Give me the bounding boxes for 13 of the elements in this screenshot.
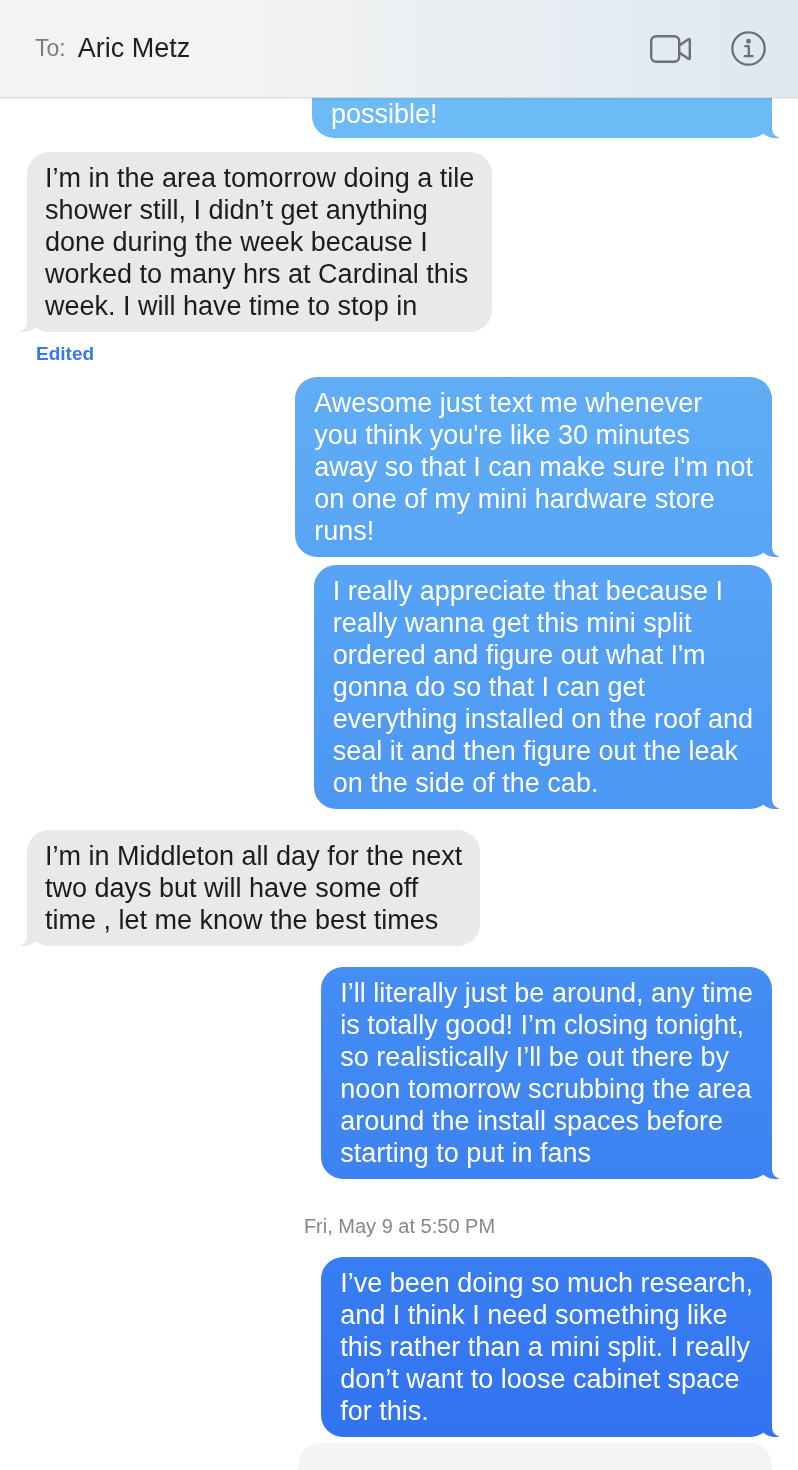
message-text: possible! <box>331 98 439 130</box>
message-text: I really appreciate that because I really wanna get this mini split ordered and figure out what I'm gonna do so that I can get everything installed on the roof and seal it and then figure out the leak on the side of the cab. <box>332 575 753 799</box>
timestamp: Fri, May 9 at 5:50 PM <box>303 1215 496 1237</box>
message-text: I’m in Middleton all day for the next two days but will have some off time , let me know the best times <box>45 840 463 936</box>
info-icon[interactable] <box>731 31 766 66</box>
message-text: I’m in the area tomorrow doing a tile shower still, I didn’t get anything done during the week because I worked to many hrs at Cardinal this week. I will have time to stop in <box>45 162 475 322</box>
edited-link[interactable]: Edited <box>36 343 95 365</box>
message-text: Awesome just text me whenever you think you're like 30 minutes away so that I can make sure I'm not on one of my mini hardware store runs! <box>314 387 753 547</box>
message-text: I’ll literally just be around, any time is totally good! I’m closing tonight, so realistically I’ll be out there by noon tomorrow scrubbing the area around the install spaces before starting to put in fans <box>340 977 753 1169</box>
message-text: I’ve been doing so much research, and I think I need something like this rather than a mini split. I really don’t want to loose cabinet space for this. <box>340 1267 753 1427</box>
to-label: To: <box>35 34 66 64</box>
video-camera-icon[interactable] <box>650 34 691 63</box>
recipient-name[interactable]: Aric Metz <box>77 28 191 69</box>
